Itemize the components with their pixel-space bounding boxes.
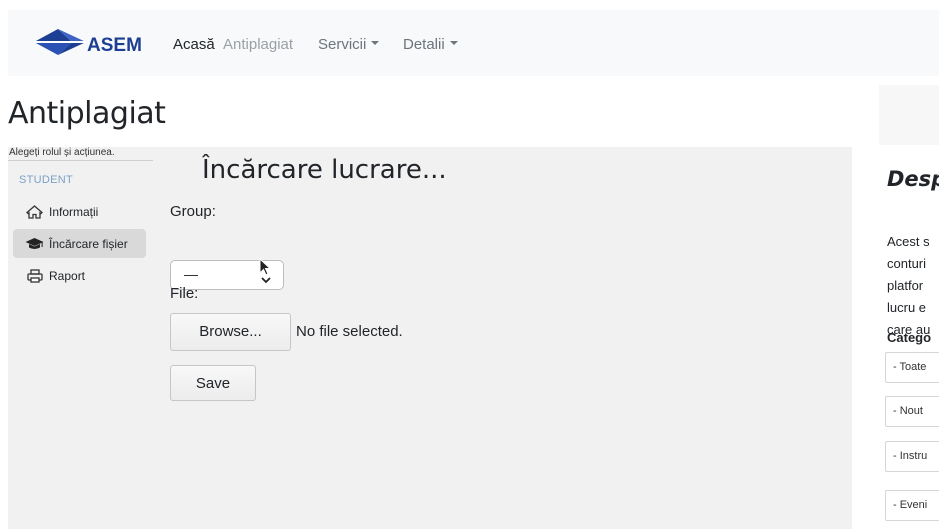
asem-logo[interactable]: ASEM xyxy=(32,23,152,57)
sidebar-item-incarcare-fisier[interactable]: Încărcare fișier xyxy=(13,229,146,258)
category-item-noutati[interactable]: - Nout xyxy=(885,396,939,427)
graduation-cap-icon xyxy=(25,236,44,252)
chevron-down-icon xyxy=(449,41,458,46)
sidebar-section-student: STUDENT xyxy=(19,174,74,186)
nav-servicii-label: Servicii xyxy=(318,36,367,53)
sidebar-item-label: Încărcare fișier xyxy=(49,236,128,251)
upload-form-panel: Încărcare lucrare... Group: — File: Brow… xyxy=(154,147,852,529)
panel-header-bar xyxy=(879,85,939,145)
panel-text-line: platfor xyxy=(887,278,924,293)
nav-detalii-dropdown[interactable]: Detalii xyxy=(403,36,458,53)
category-item-instruire[interactable]: - Instru xyxy=(885,441,939,472)
chevron-down-icon xyxy=(371,41,380,46)
form-title: Încărcare lucrare... xyxy=(202,155,447,185)
sidebar-item-raport[interactable]: Raport xyxy=(13,261,146,290)
panel-title: Desp xyxy=(887,167,939,191)
sidebar-header: Alegeți rolul și acțiunea. xyxy=(9,147,115,158)
panel-text-line: conturi xyxy=(887,256,927,271)
divider xyxy=(8,160,153,161)
panel-text-line: Acest s xyxy=(887,234,930,249)
nav-servicii-dropdown[interactable]: Servicii xyxy=(318,36,380,53)
sidebar-item-label: Raport xyxy=(49,268,86,283)
group-select-value: — xyxy=(184,266,198,282)
save-button[interactable]: Save xyxy=(170,365,256,401)
file-label: File: xyxy=(170,285,199,302)
panel-text-line: lucru e xyxy=(887,300,927,315)
group-label: Group: xyxy=(170,203,216,220)
page-title: Antiplagiat xyxy=(8,96,166,131)
right-info-panel: Desp Acest s conturi platfor lucru e car… xyxy=(879,85,939,529)
nav-detalii-label: Detalii xyxy=(403,36,445,53)
nav-acasa[interactable]: Acasă xyxy=(173,36,215,53)
mouse-cursor-icon xyxy=(259,257,273,283)
top-navbar: ASEM Acasă Antiplagiat Servicii Detalii xyxy=(8,10,939,76)
browse-button[interactable]: Browse... xyxy=(170,313,291,351)
svg-text:ASEM: ASEM xyxy=(87,35,142,56)
sidebar: Alegeți rolul și acțiunea. STUDENT Infor… xyxy=(8,147,154,529)
sidebar-item-informatii[interactable]: Informații xyxy=(13,197,146,226)
home-icon xyxy=(25,204,44,220)
categories-label: Catego xyxy=(887,330,932,345)
category-item-evenimente[interactable]: - Eveni xyxy=(885,490,939,521)
nav-antiplagiat[interactable]: Antiplagiat xyxy=(223,36,293,53)
printer-icon xyxy=(25,268,44,284)
category-item-toate[interactable]: - Toate xyxy=(885,352,939,383)
sidebar-item-label: Informații xyxy=(49,204,99,219)
file-status-text: No file selected. xyxy=(296,323,403,340)
